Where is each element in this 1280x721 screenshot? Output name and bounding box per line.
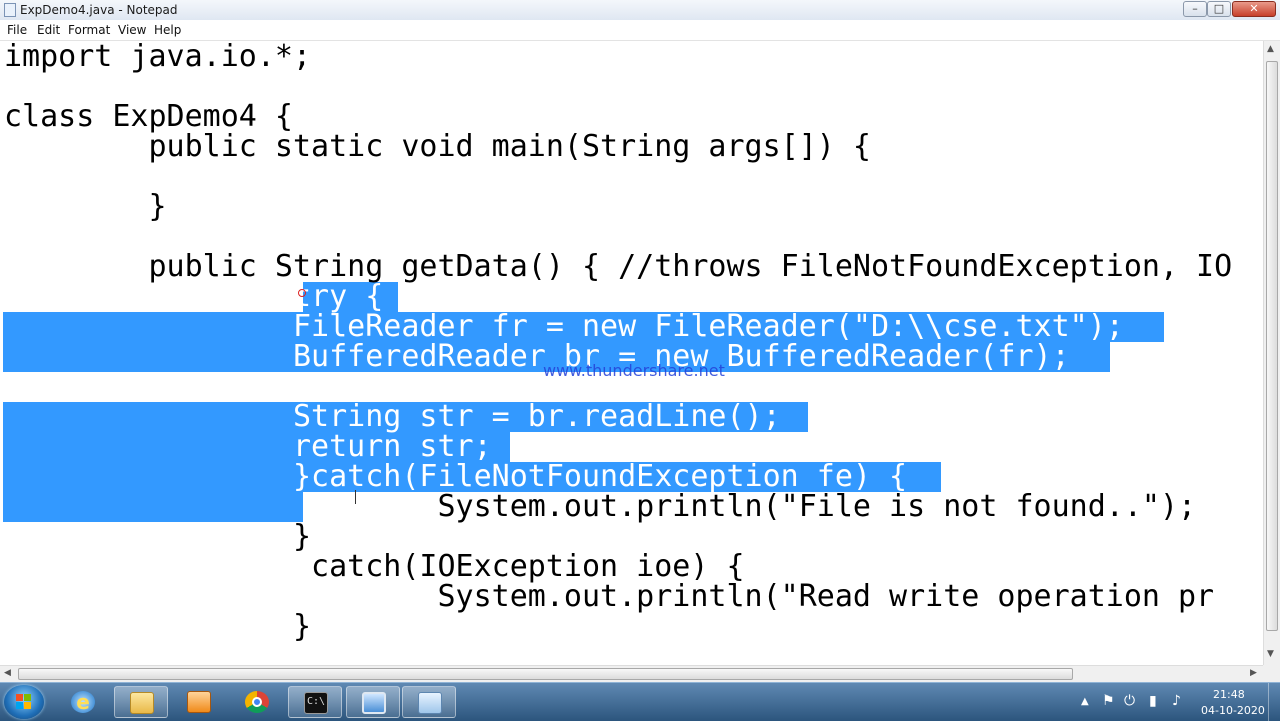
menu-format[interactable]: Format	[68, 23, 110, 37]
code-line: class ExpDemo4 {	[4, 99, 293, 134]
code-line: }catch(FileNotFoundException fe) {	[4, 459, 908, 494]
vertical-scroll-thumb[interactable]	[1266, 61, 1278, 631]
menu-file[interactable]: File	[7, 23, 27, 37]
text-editor[interactable]: import java.io.*; class ExpDemo4 { publi…	[0, 41, 1263, 665]
terminal-icon: C:\	[304, 692, 328, 714]
code-line: FileReader fr = new FileReader("D:\\cse.…	[4, 309, 1124, 344]
title-bar: ExpDemo4.java - Notepad – □ ✕	[0, 0, 1280, 21]
code-line: }	[4, 609, 312, 644]
chrome-icon	[245, 691, 269, 713]
action-center-flag-icon[interactable]: ⚑	[1102, 693, 1115, 709]
horizontal-scroll-thumb[interactable]	[18, 668, 1073, 680]
maximize-button[interactable]: □	[1207, 1, 1231, 17]
notepad-app-icon	[418, 692, 442, 714]
clock-date[interactable]: 04-10-2020	[1201, 704, 1265, 717]
code-line: try {	[4, 279, 384, 314]
scroll-up-icon[interactable]: ▲	[1267, 44, 1274, 54]
volume-icon[interactable]: ♪	[1172, 693, 1181, 709]
cursor-indicator-icon	[298, 289, 306, 297]
taskbar-chrome[interactable]	[230, 686, 284, 718]
menu-view[interactable]: View	[118, 23, 146, 37]
start-button[interactable]	[4, 685, 44, 719]
monitor-icon	[362, 692, 386, 714]
code-line: System.out.println("File is not found.."…	[4, 489, 1197, 524]
minimize-button[interactable]: –	[1183, 1, 1207, 17]
notepad-icon	[4, 3, 16, 17]
code-line: }	[4, 189, 167, 224]
taskbar-internet-explorer[interactable]: e	[56, 686, 110, 718]
taskbar-media-player[interactable]	[172, 686, 226, 718]
show-hidden-icons-icon[interactable]: ▲	[1081, 696, 1089, 707]
clock-time[interactable]: 21:48	[1213, 688, 1245, 701]
show-desktop-button[interactable]	[1268, 683, 1280, 721]
watermark-text: www.thundershare.net	[543, 361, 725, 380]
code-line: public String getData() { //throws FileN…	[4, 249, 1233, 284]
taskbar-notepad[interactable]	[402, 686, 456, 718]
code-line: return str;	[4, 429, 492, 464]
code-line: catch(IOException ioe) {	[4, 549, 745, 584]
windows-logo-icon	[16, 694, 32, 710]
media-player-icon	[187, 691, 211, 713]
code-line: import java.io.*;	[4, 41, 312, 74]
scroll-right-icon[interactable]: ▶	[1250, 668, 1257, 678]
code-line: BufferedReader br = new BufferedReader(f…	[4, 339, 1070, 374]
taskbar-remote-desktop[interactable]	[346, 686, 400, 718]
horizontal-scrollbar[interactable]: ◀ ▶	[0, 665, 1263, 682]
scroll-left-icon[interactable]: ◀	[4, 668, 11, 678]
network-signal-icon[interactable]: ▮	[1149, 693, 1157, 709]
code-line: System.out.println("Read write operation…	[4, 579, 1215, 614]
code-line: }	[4, 519, 312, 554]
text-cursor-icon	[355, 490, 356, 504]
taskbar-file-explorer[interactable]	[114, 686, 168, 718]
menu-bar: File Edit Format View Help	[0, 20, 1280, 41]
power-icon[interactable]: ⏻	[1124, 693, 1135, 709]
folder-icon	[130, 692, 154, 714]
menu-edit[interactable]: Edit	[37, 23, 60, 37]
window-title: ExpDemo4.java - Notepad	[20, 3, 178, 17]
internet-explorer-icon: e	[71, 691, 95, 713]
taskbar-command-prompt[interactable]: C:\	[288, 686, 342, 718]
scrollbar-corner	[1263, 665, 1280, 682]
taskbar: e C:\ ▲ ⚑ ⏻ ▮ ♪ 21:48 04-10-2020	[0, 682, 1280, 721]
code-line: String str = br.readLine();	[4, 399, 781, 434]
menu-help[interactable]: Help	[154, 23, 181, 37]
scroll-down-icon[interactable]: ▼	[1267, 649, 1274, 659]
vertical-scrollbar[interactable]: ▲ ▼	[1263, 41, 1280, 665]
code-line: public static void main(String args[]) {	[4, 129, 871, 164]
close-button[interactable]: ✕	[1232, 1, 1276, 17]
